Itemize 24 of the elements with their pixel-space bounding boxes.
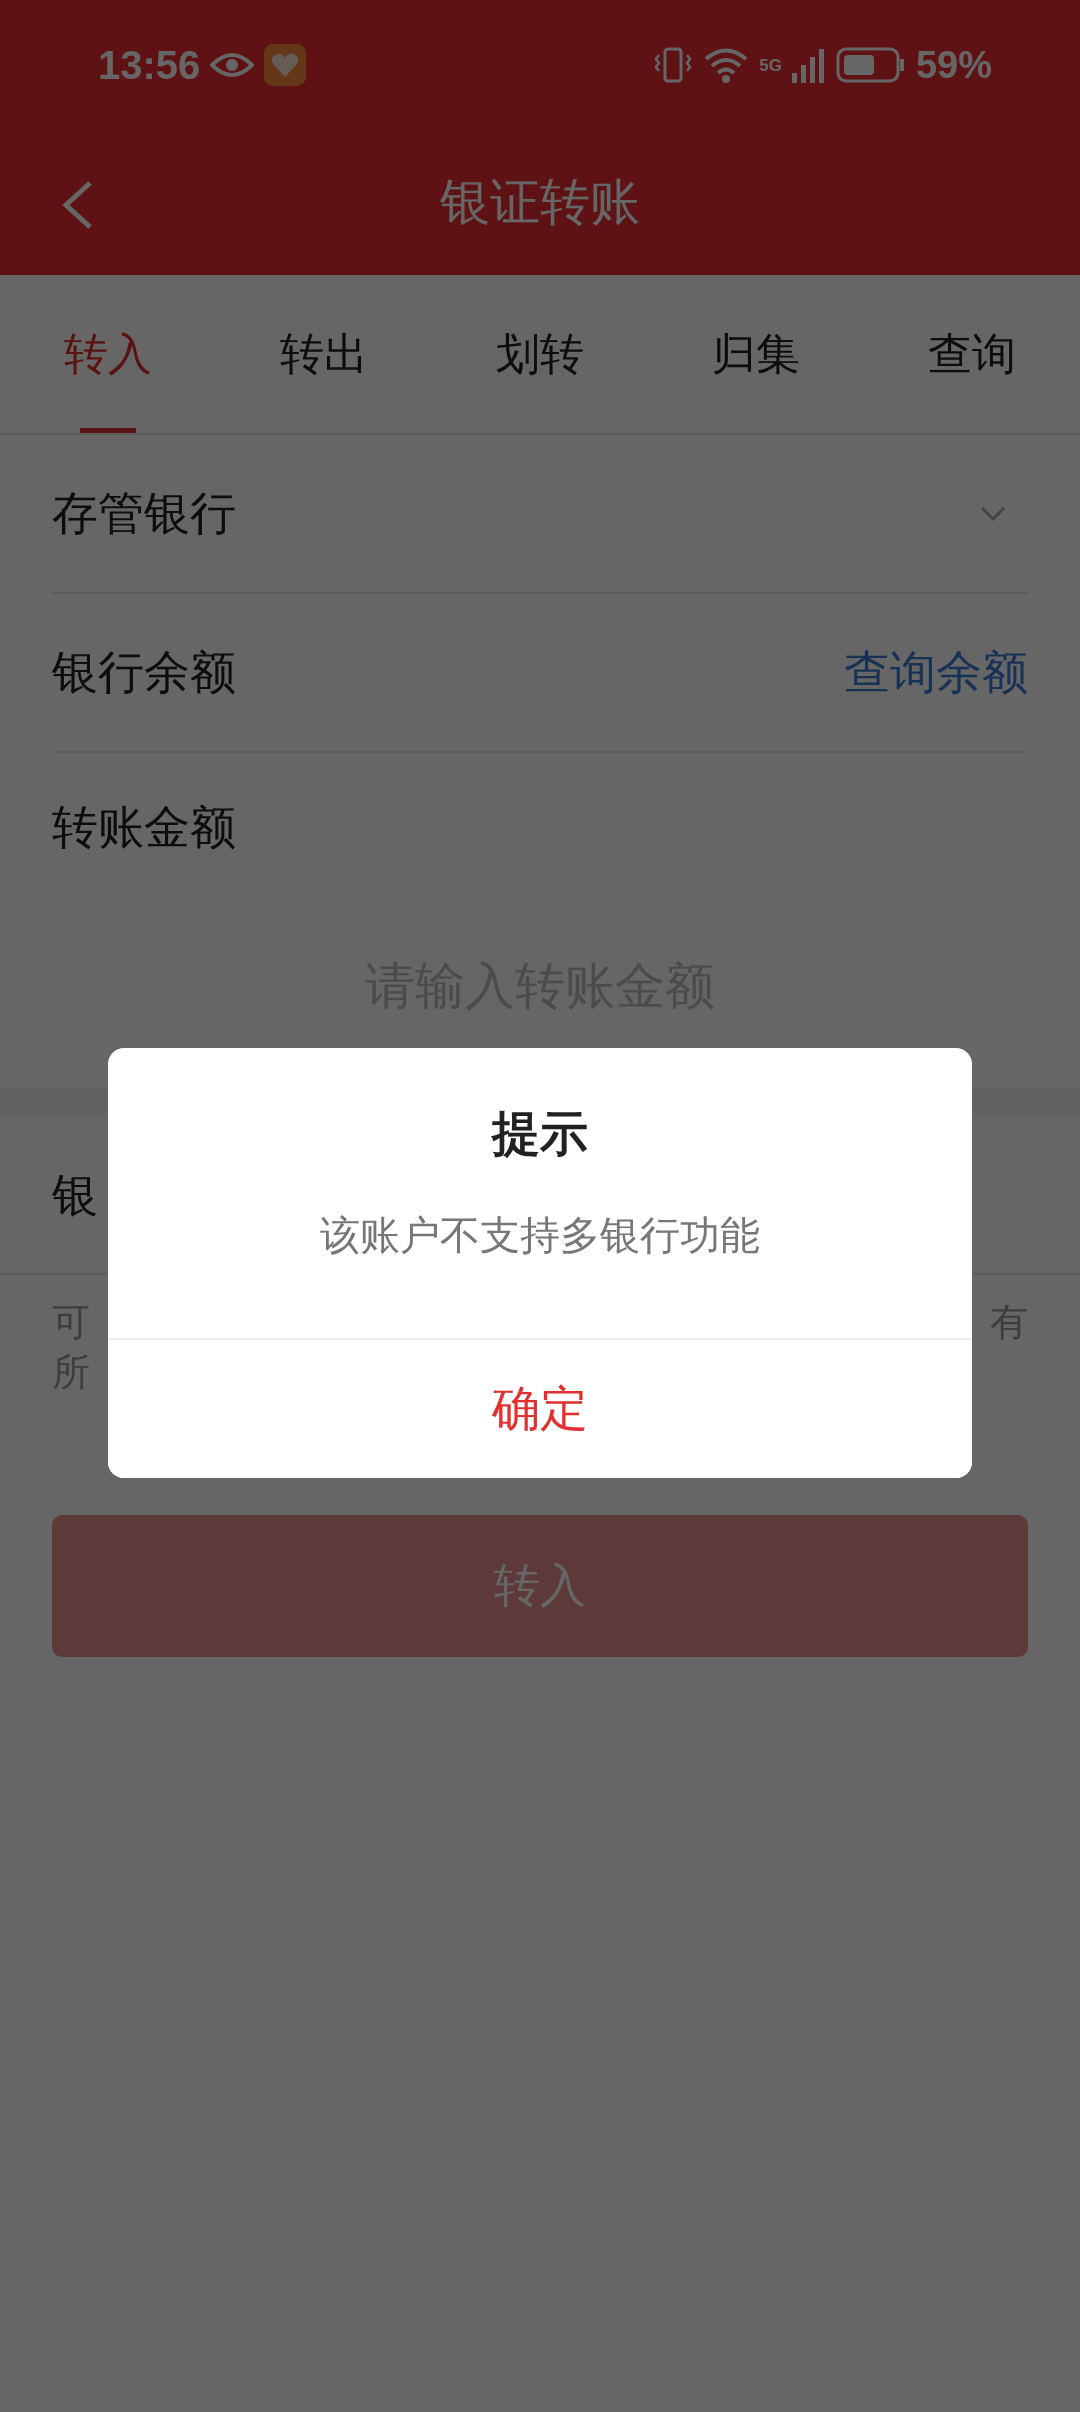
battery-icon (835, 47, 906, 83)
tab[interactable]: 归集 (648, 275, 864, 433)
tab[interactable]: 划转 (432, 275, 648, 433)
dialog-title: 提示 (492, 1104, 588, 1163)
wifi-icon (703, 46, 750, 84)
page-title: 银证转账 (440, 172, 640, 233)
field-label: 转账金额 (52, 799, 236, 856)
eye-icon (210, 51, 255, 79)
dropdown-caret-icon[interactable] (980, 505, 1006, 522)
dialog-message: 该账户不支持多银行功能 (320, 1211, 760, 1260)
field-label: 银 (52, 1166, 98, 1224)
tab[interactable]: 转入 (0, 275, 216, 433)
heart-app-icon (264, 44, 307, 86)
query-balance-link[interactable]: 查询余额 (844, 641, 1028, 704)
field-label: 存管银行 (52, 484, 236, 542)
network-type: 5G (759, 56, 782, 74)
battery-percent: 59% (915, 43, 992, 87)
signal-icon (791, 47, 826, 83)
tab[interactable]: 转出 (216, 275, 432, 433)
clock-time: 13:56 (98, 42, 201, 88)
vibrate-icon (653, 45, 694, 85)
field-label: 银行余额 (52, 643, 236, 701)
confirm-button[interactable]: 确定 (108, 1338, 972, 1478)
tab[interactable]: 查询 (864, 275, 1080, 433)
